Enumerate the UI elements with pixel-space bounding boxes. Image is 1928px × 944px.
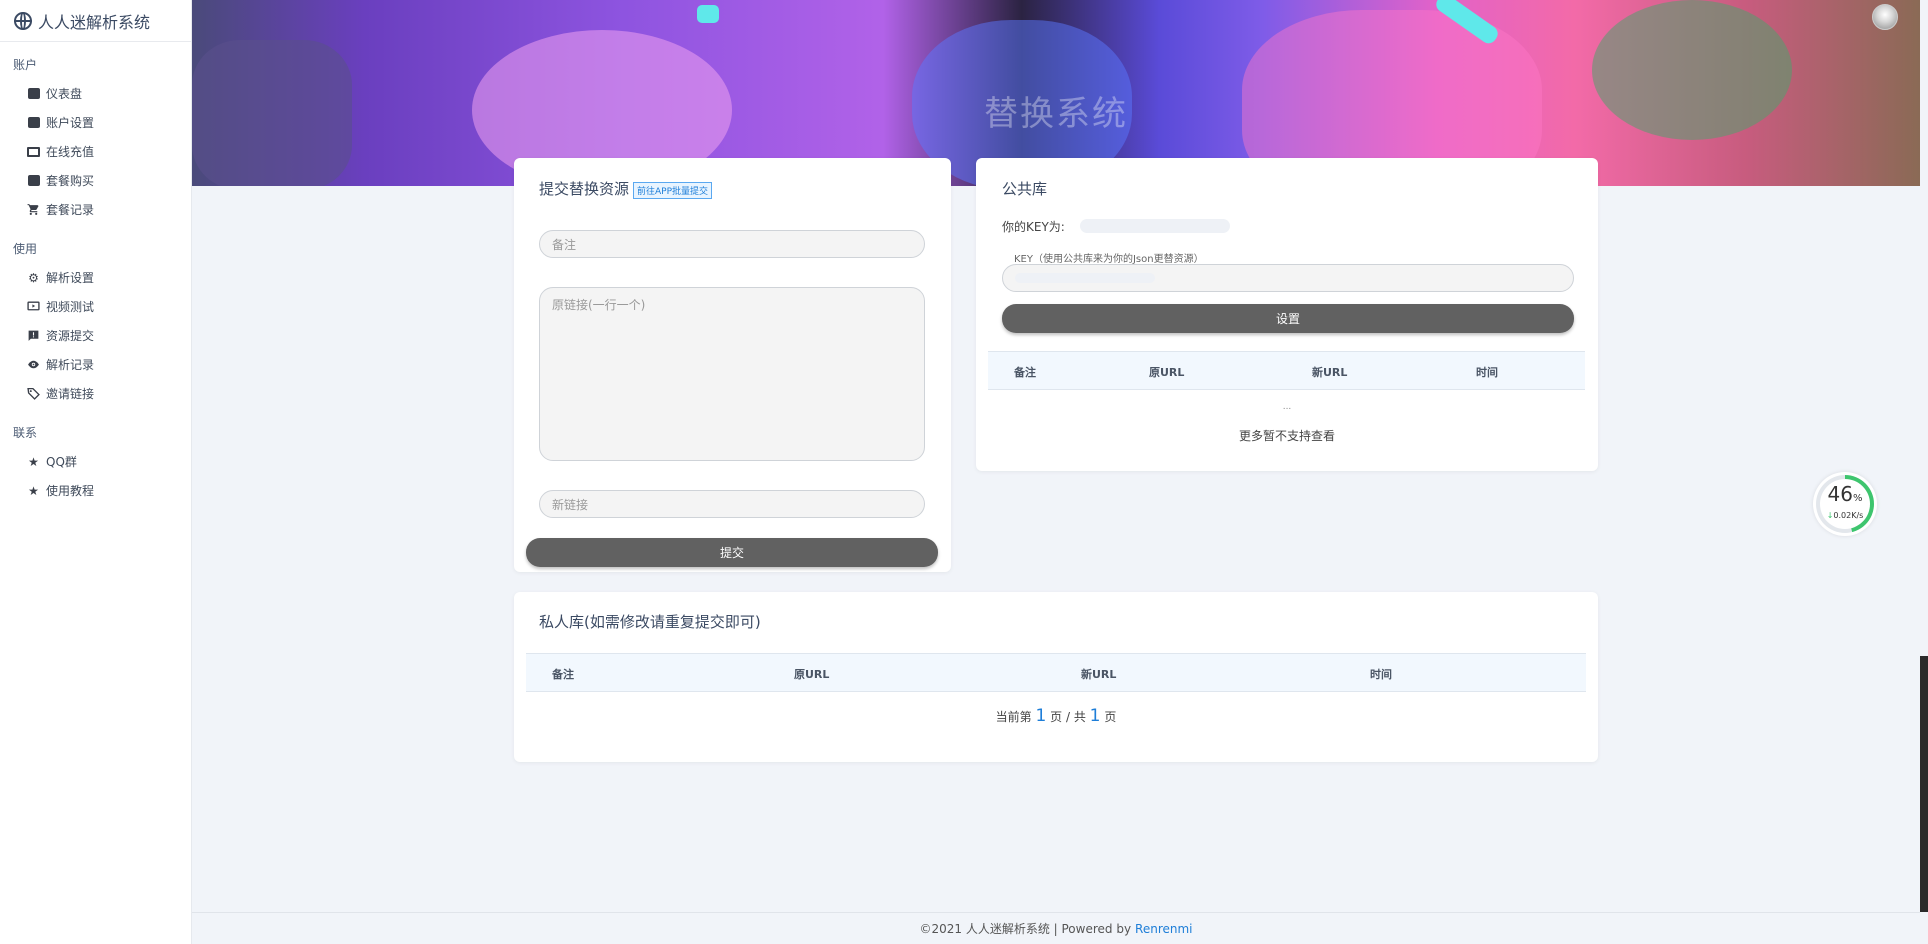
- sidebar-item-parse-records[interactable]: 解析记录: [0, 350, 191, 379]
- sidebar-item-resource-submit[interactable]: 资源提交: [0, 321, 191, 350]
- key-value-redacted: [1080, 219, 1230, 233]
- sidebar-item-label: 资源提交: [46, 329, 95, 343]
- sidebar-item-buy-package[interactable]: 套餐购买: [0, 166, 191, 195]
- shopping-bag-icon: [27, 174, 40, 187]
- column-header: 时间: [1476, 366, 1498, 379]
- banner-decoration: [192, 40, 352, 186]
- origin-links-textarea[interactable]: 原链接(一行一个): [539, 287, 925, 461]
- sidebar-item-video-test[interactable]: 视频测试: [0, 292, 191, 321]
- note-input[interactable]: 备注: [539, 230, 925, 258]
- key-input-redacted: [1015, 273, 1155, 283]
- sidebar-item-recharge[interactable]: 在线充值: [0, 137, 191, 166]
- set-key-button[interactable]: 设置: [1002, 304, 1574, 333]
- total-pages[interactable]: 1: [1090, 706, 1101, 726]
- scrollbar-thumb[interactable]: [1920, 656, 1928, 912]
- sidebar-item-label: 使用教程: [46, 484, 95, 498]
- pager-suffix: 页: [1104, 710, 1117, 724]
- banner-decoration: [697, 5, 719, 23]
- table-ellipsis: ...: [1282, 402, 1292, 412]
- pager-mid: 页 / 共: [1050, 710, 1086, 724]
- eye-icon: [27, 358, 40, 371]
- nav-section-account: 账户: [13, 58, 38, 72]
- sidebar-item-label: 在线充值: [46, 145, 95, 159]
- globe-icon: [14, 11, 32, 30]
- sidebar: 人人迷解析系统 账户 仪表盘 账户设置 在线充值 套餐购买 套餐记录 使用 ⚙ …: [0, 0, 192, 944]
- submit-resource-card: 提交替换资源 前往APP批量提交 备注 原链接(一行一个) 新链接 提交: [514, 158, 951, 572]
- public-table-header: 备注 原URL 新URL 时间: [988, 351, 1585, 390]
- column-header: 原URL: [794, 668, 830, 681]
- sidebar-item-label: 账户设置: [46, 116, 95, 130]
- sidebar-item-account-settings[interactable]: 账户设置: [0, 108, 191, 137]
- nav-section-contact: 联系: [13, 426, 38, 440]
- nav-section-use: 使用: [13, 242, 38, 256]
- column-header: 备注: [552, 668, 574, 681]
- sidebar-item-label: QQ群: [46, 455, 77, 469]
- sidebar-item-label: 解析设置: [46, 271, 95, 285]
- cart-icon: [27, 203, 40, 216]
- current-page[interactable]: 1: [1036, 706, 1047, 726]
- new-link-input[interactable]: 新链接: [539, 490, 925, 518]
- private-card-title: 私人库(如需修改请重复提交即可): [539, 613, 761, 631]
- percent-value: 46: [1827, 482, 1853, 506]
- sidebar-item-label: 套餐记录: [46, 203, 95, 217]
- footer: ©2021 人人迷解析系统 | Powered by Renrenmi: [192, 912, 1920, 944]
- column-header: 备注: [1014, 366, 1036, 379]
- pager-prefix: 当前第: [995, 710, 1032, 724]
- private-table-header: 备注 原URL 新URL 时间: [526, 653, 1586, 692]
- empty-text: 更多暂不支持查看: [1238, 429, 1335, 443]
- video-icon: [27, 300, 40, 313]
- column-header: 新URL: [1312, 366, 1348, 379]
- column-header: 新URL: [1081, 668, 1117, 681]
- speed-readout: 46% ↓0.02K/s: [1820, 479, 1870, 529]
- column-header: 时间: [1370, 668, 1392, 681]
- private-library-card: 私人库(如需修改请重复提交即可) 备注 原URL 新URL 时间 当前第 1 页…: [514, 592, 1598, 762]
- sidebar-item-label: 仪表盘: [46, 87, 83, 101]
- tag-icon: [27, 387, 40, 400]
- sidebar-item-label: 解析记录: [46, 358, 95, 372]
- submit-button[interactable]: 提交: [526, 538, 938, 567]
- footer-link[interactable]: Renrenmi: [1135, 922, 1192, 936]
- percent-unit: %: [1852, 493, 1863, 504]
- submit-card-title: 提交替换资源: [539, 180, 630, 198]
- footer-text: ©2021 人人迷解析系统 | Powered by: [919, 922, 1132, 936]
- avatar[interactable]: [1872, 4, 1898, 30]
- sidebar-item-tutorial[interactable]: ★ 使用教程: [0, 476, 191, 505]
- banner-decoration: [1592, 0, 1792, 140]
- rate-value: 0.02K/s: [1833, 511, 1864, 520]
- sidebar-item-package-records[interactable]: 套餐记录: [0, 195, 191, 224]
- network-speed-widget[interactable]: 46% ↓0.02K/s: [1813, 472, 1877, 536]
- sidebar-item-dashboard[interactable]: 仪表盘: [0, 79, 191, 108]
- public-library-card: 公共库 你的KEY为: KEY（使用公共库来为你的Json更替资源） 设置 备注…: [976, 158, 1598, 471]
- pagination: 当前第 1 页 / 共 1 页: [514, 706, 1598, 726]
- star-icon: ★: [28, 454, 39, 469]
- key-label: 你的KEY为:: [1002, 220, 1065, 234]
- public-card-title: 公共库: [1002, 180, 1048, 198]
- column-header: 原URL: [1149, 366, 1185, 379]
- star-icon: ★: [28, 483, 39, 498]
- key-input[interactable]: [1002, 264, 1574, 292]
- speed-percent: 46%: [1820, 484, 1870, 509]
- brand[interactable]: 人人迷解析系统: [0, 0, 191, 42]
- brand-title: 人人迷解析系统: [38, 12, 151, 32]
- speed-rate: ↓0.02K/s: [1820, 511, 1870, 520]
- submit-card-header: 提交替换资源 前往APP批量提交: [539, 178, 713, 199]
- sidebar-item-label: 视频测试: [46, 300, 95, 314]
- sidebar-item-label: 邀请链接: [46, 387, 95, 401]
- banner-title: 替换系统: [984, 94, 1128, 134]
- sidebar-item-qq-group[interactable]: ★ QQ群: [0, 447, 191, 476]
- credit-card-icon: [27, 145, 40, 158]
- alert-box-icon: [27, 329, 40, 342]
- key-field-label: KEY（使用公共库来为你的Json更替资源）: [1014, 254, 1204, 265]
- sidebar-item-label: 套餐购买: [46, 174, 95, 188]
- app-batch-submit-link[interactable]: 前往APP批量提交: [633, 182, 713, 199]
- sidebar-item-invite-link[interactable]: 邀请链接: [0, 379, 191, 408]
- gear-icon: ⚙: [28, 270, 39, 285]
- wallet-icon: [27, 87, 40, 100]
- account-box-icon: [27, 116, 40, 129]
- sidebar-item-parse-settings[interactable]: ⚙ 解析设置: [0, 263, 191, 292]
